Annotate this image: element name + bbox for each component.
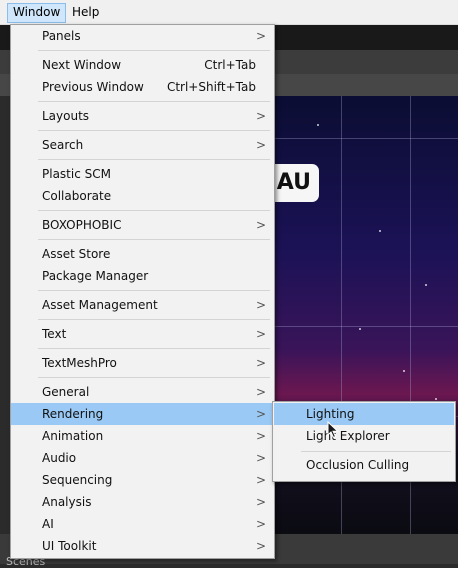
menu-separator	[38, 239, 270, 240]
chevron-right-icon: >	[255, 356, 266, 370]
menu-item-label: Light Explorer	[306, 429, 390, 443]
menu-item-animation[interactable]: Animation >	[11, 425, 274, 447]
menu-item-general[interactable]: General >	[11, 381, 274, 403]
menu-item-label: Rendering	[42, 407, 104, 421]
menu-item-label: UI Toolkit	[42, 539, 97, 553]
menu-item-label: Plastic SCM	[42, 167, 111, 181]
chevron-right-icon: >	[255, 385, 266, 399]
chevron-right-icon: >	[255, 473, 266, 487]
mouse-cursor-icon	[327, 421, 339, 439]
menu-item-collaborate[interactable]: Collaborate	[11, 185, 274, 207]
menu-window[interactable]: Window	[7, 3, 67, 23]
menubar: Window Help	[0, 0, 458, 25]
menu-separator	[38, 319, 270, 320]
menu-item-asset-store[interactable]: Asset Store	[11, 243, 274, 265]
submenu-item-lighting[interactable]: Lighting	[274, 403, 454, 425]
menu-item-ui-toolkit[interactable]: UI Toolkit >	[11, 535, 274, 557]
grid-line	[275, 326, 458, 327]
star	[425, 284, 427, 286]
menu-item-asset-management[interactable]: Asset Management >	[11, 294, 274, 316]
menu-item-label: Search	[42, 138, 84, 152]
window-menu: Panels > Next Window Ctrl+Tab Previous W…	[10, 24, 275, 559]
grid-line	[275, 138, 458, 139]
submenu-item-light-explorer[interactable]: Light Explorer	[274, 425, 454, 447]
chevron-right-icon: >	[255, 138, 266, 152]
chevron-right-icon: >	[255, 298, 266, 312]
star	[435, 398, 437, 400]
menu-help[interactable]: Help	[67, 3, 104, 21]
chevron-right-icon: >	[255, 539, 266, 553]
menu-item-label: Panels	[42, 29, 81, 43]
scene-sign: AU	[275, 164, 319, 202]
chevron-right-icon: >	[255, 429, 266, 443]
menu-item-label: Collaborate	[42, 189, 112, 203]
star	[359, 328, 361, 330]
chevron-right-icon: >	[255, 109, 266, 123]
star	[379, 230, 381, 232]
menu-item-previous-window[interactable]: Previous Window Ctrl+Shift+Tab	[11, 76, 274, 98]
menu-item-layouts[interactable]: Layouts >	[11, 105, 274, 127]
star	[403, 370, 405, 372]
menu-item-label: Package Manager	[42, 269, 149, 283]
menu-item-label: Layouts	[42, 109, 90, 123]
rendering-submenu: Lighting Light Explorer Occlusion Cullin…	[272, 401, 456, 482]
menu-item-text[interactable]: Text >	[11, 323, 274, 345]
menu-item-label: Sequencing	[42, 473, 113, 487]
menu-item-panels[interactable]: Panels >	[11, 25, 274, 47]
menu-item-label: AI	[42, 517, 54, 531]
menu-item-search[interactable]: Search >	[11, 134, 274, 156]
menu-item-label: Animation	[42, 429, 104, 443]
menu-separator	[38, 210, 270, 211]
shortcut-label: Ctrl+Tab	[204, 58, 256, 72]
menu-separator	[38, 101, 270, 102]
menu-separator	[38, 159, 270, 160]
chevron-right-icon: >	[255, 517, 266, 531]
menu-item-label: BOXOPHOBIC	[42, 218, 122, 232]
menu-item-next-window[interactable]: Next Window Ctrl+Tab	[11, 54, 274, 76]
menu-item-sequencing[interactable]: Sequencing >	[11, 469, 274, 491]
menu-separator	[301, 451, 451, 452]
menu-separator	[38, 377, 270, 378]
menu-item-analysis[interactable]: Analysis >	[11, 491, 274, 513]
star	[317, 124, 319, 126]
menu-item-boxophobic[interactable]: BOXOPHOBIC >	[11, 214, 274, 236]
menu-item-label: TextMeshPro	[42, 356, 117, 370]
menu-item-rendering[interactable]: Rendering >	[11, 403, 274, 425]
chevron-right-icon: >	[255, 407, 266, 421]
menu-item-label: Asset Management	[42, 298, 158, 312]
menu-item-label: Asset Store	[42, 247, 111, 261]
menu-item-audio[interactable]: Audio >	[11, 447, 274, 469]
menu-item-label: General	[42, 385, 90, 399]
menu-item-label: Next Window	[42, 58, 122, 72]
shortcut-label: Ctrl+Shift+Tab	[166, 80, 256, 94]
submenu-item-occlusion-culling[interactable]: Occlusion Culling	[274, 454, 454, 476]
menu-separator	[38, 290, 270, 291]
chevron-right-icon: >	[255, 29, 266, 43]
menu-item-label: Analysis	[42, 495, 92, 509]
menu-separator	[38, 130, 270, 131]
menu-item-package-manager[interactable]: Package Manager	[11, 265, 274, 287]
chevron-right-icon: >	[255, 327, 266, 341]
menu-item-plastic-scm[interactable]: Plastic SCM	[11, 163, 274, 185]
menu-separator	[38, 50, 270, 51]
menu-item-label: Text	[42, 327, 67, 341]
menu-item-label: Previous Window	[42, 80, 144, 94]
chevron-right-icon: >	[255, 451, 266, 465]
menu-item-label: Audio	[42, 451, 77, 465]
menu-item-label: Occlusion Culling	[306, 458, 410, 472]
chevron-right-icon: >	[255, 218, 266, 232]
menu-item-ai[interactable]: AI >	[11, 513, 274, 535]
menu-item-textmeshpro[interactable]: TextMeshPro >	[11, 352, 274, 374]
menu-separator	[38, 348, 270, 349]
chevron-right-icon: >	[255, 495, 266, 509]
